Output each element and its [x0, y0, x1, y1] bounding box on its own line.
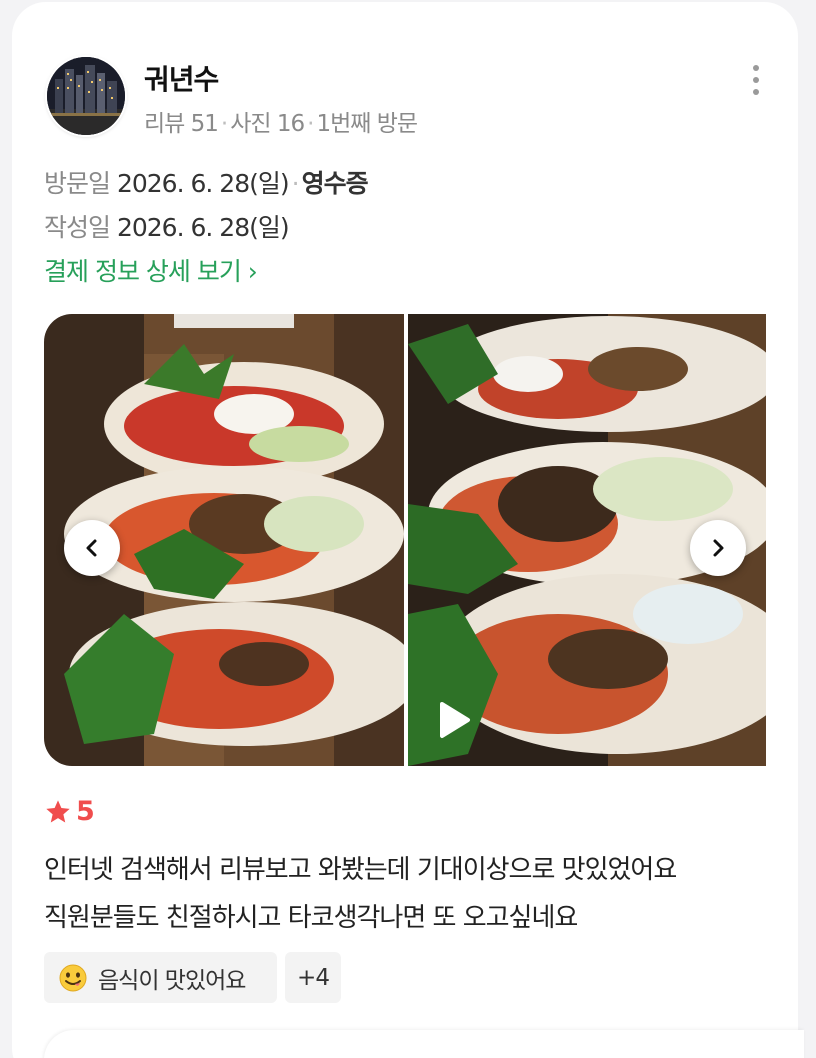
play-icon — [440, 702, 470, 738]
avatar[interactable] — [47, 57, 125, 135]
review-text-line: 인터넷 검색해서 리뷰보고 와봤는데 기대이상으로 맛있었어요 — [44, 855, 677, 885]
author-name[interactable]: 궈년수 — [144, 58, 219, 98]
keyword-chip-label: 음식이 맛있어요 — [98, 967, 246, 994]
author-stats: 리뷰 51 · 사진 16 · 1번째 방문 — [144, 104, 418, 138]
written-date: 2026. 6. 28(일) — [116, 213, 290, 242]
visit-date-row: 방문일 2026. 6. 28(일) · 영수증 — [44, 164, 369, 200]
next-photo-button[interactable] — [690, 520, 746, 576]
more-keywords-label: +4 — [297, 964, 330, 991]
separator-dot: · — [307, 111, 314, 137]
separator-dot: · — [291, 169, 300, 198]
more-keywords-chip[interactable]: +4 — [285, 952, 341, 1003]
chevron-left-icon — [86, 539, 97, 557]
review-count: 리뷰 51 — [144, 111, 219, 137]
review-text-line: 직원분들도 친절하시고 타코생각나면 또 오고싶네요 — [44, 903, 578, 933]
keyword-chip[interactable]: 음식이 맛있어요 — [44, 952, 277, 1003]
prev-photo-button[interactable] — [64, 520, 120, 576]
separator-dot: · — [220, 111, 228, 137]
visit-date: 2026. 6. 28(일) — [116, 169, 290, 198]
receipt-badge: 영수증 — [301, 169, 369, 198]
review-text: 인터넷 검색해서 리뷰보고 와봤는데 기대이상으로 맛있었어요 직원분들도 친절… — [44, 846, 784, 942]
payment-detail-label: 결제 정보 상세 보기 — [44, 257, 242, 286]
next-section-edge — [44, 1030, 804, 1058]
more-vertical-icon[interactable] — [744, 62, 768, 98]
star-icon — [46, 799, 70, 822]
more-dot — [753, 77, 759, 83]
rating-value: 5 — [76, 796, 95, 827]
chevron-right-small-icon: › — [247, 257, 258, 286]
payment-detail-link[interactable]: 결제 정보 상세 보기 › — [44, 252, 258, 288]
written-date-label: 작성일 — [44, 213, 111, 242]
written-date-row: 작성일 2026. 6. 28(일) — [44, 208, 290, 244]
rating: 5 — [44, 796, 95, 827]
chevron-right-icon — [713, 539, 724, 557]
photo-count: 사진 16 — [230, 111, 305, 137]
visit-count: 1번째 방문 — [316, 111, 418, 137]
yummy-emoji-icon — [59, 964, 87, 991]
more-dot — [753, 89, 759, 95]
visit-date-label: 방문일 — [44, 169, 111, 198]
more-dot — [753, 65, 759, 71]
